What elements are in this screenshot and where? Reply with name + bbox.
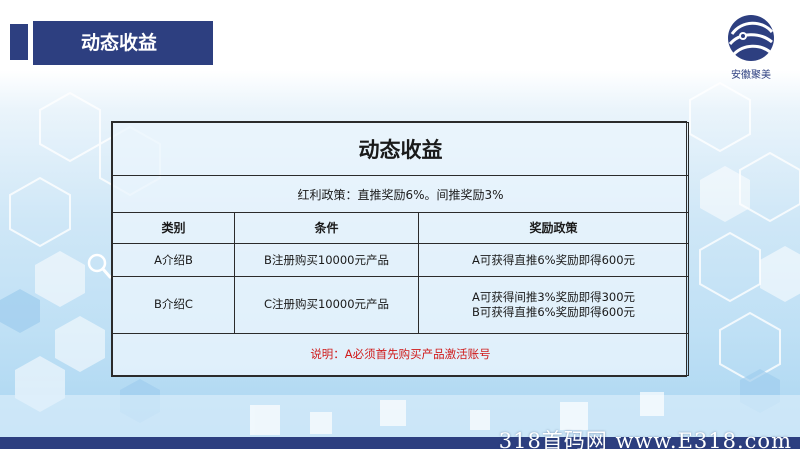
- row-condition: B注册购买10000元产品: [234, 242, 419, 277]
- company-logo: 安徽聚美: [723, 12, 779, 82]
- magnifier-icon: [87, 253, 112, 279]
- slide-header-title: 动态收益: [33, 21, 213, 65]
- dividend-policy: 红利政策：直推奖励6%。间推奖励3%: [111, 175, 690, 214]
- row-reward: A可获得间推3%奖励即得300元 B可获得直推6%奖励即得600元: [417, 275, 690, 334]
- slide: 动态收益 安徽聚美 动态收益 红利政策：直推奖励6%。间推奖励3% 类别 条件 …: [0, 0, 800, 449]
- header-accent-bar: [10, 24, 28, 60]
- table-title: 动态收益: [111, 121, 690, 177]
- header-category: 类别: [112, 212, 235, 244]
- row-category: B介绍C: [112, 275, 235, 334]
- income-table: 动态收益 红利政策：直推奖励6%。间推奖励3% 类别 条件 奖励政策 A介绍B …: [111, 121, 690, 377]
- reward-line: B可获得直推6%奖励即得600元: [471, 304, 636, 319]
- table-row: A介绍B B注册购买10000元产品 A可获得直推6%奖励即得600元: [112, 242, 690, 277]
- dynamic-income-table: 动态收益 红利政策：直推奖励6%。间推奖励3% 类别 条件 奖励政策 A介绍B …: [111, 121, 690, 377]
- row-condition: C注册购买10000元产品: [234, 275, 419, 334]
- table-row: B介绍C C注册购买10000元产品 A可获得间推3%奖励即得300元 B可获得…: [112, 275, 690, 334]
- reward-line: A可获得间推3%奖励即得300元: [471, 289, 636, 304]
- company-logo-text: 安徽聚美: [731, 70, 771, 81]
- header-reward-policy: 奖励政策: [417, 212, 690, 244]
- row-category: A介绍B: [112, 242, 235, 277]
- company-logo-icon: [728, 15, 774, 61]
- row-reward: A可获得直推6%奖励即得600元: [417, 242, 690, 277]
- site-watermark: 318首码网 www.E318.com: [498, 429, 792, 449]
- header-condition: 条件: [234, 212, 419, 244]
- reward-line: A可获得直推6%奖励即得600元: [471, 252, 636, 267]
- table-note: 说明：A必须首先购买产品激活账号: [111, 332, 690, 377]
